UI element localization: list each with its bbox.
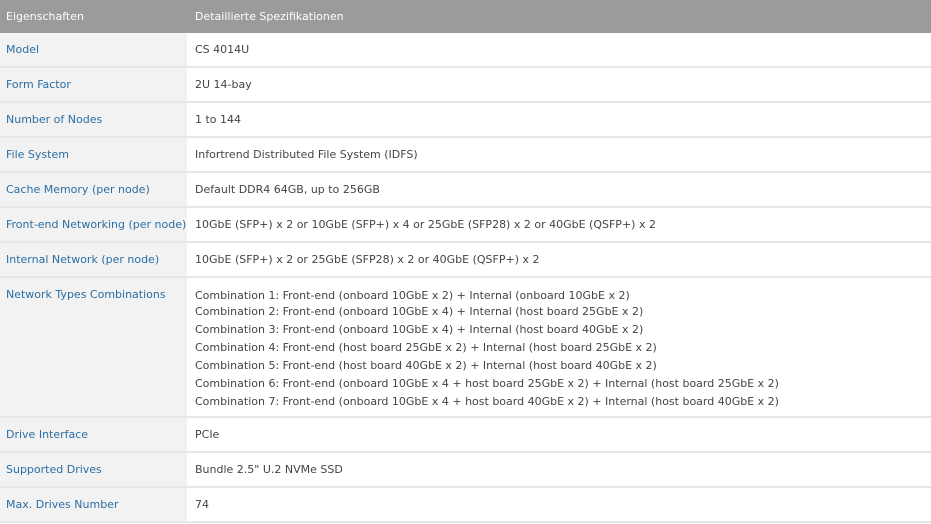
combination-line: Combination 6: Front-end (onboard 10GbE … [195, 377, 779, 390]
table-row: Drive Interface PCIe [0, 417, 931, 453]
row-property: Form Factor [0, 67, 187, 103]
row-property: Cache Memory (per node) [0, 172, 187, 208]
row-value: Bundle 2.5" U.2 NVMe SSD [187, 452, 931, 488]
row-property: Supported Drives [0, 452, 187, 488]
combination-line: Combination 4: Front-end (host board 25G… [195, 341, 657, 354]
combination-line: Combination 5: Front-end (host board 40G… [195, 359, 657, 372]
table-row: Number of Nodes 1 to 144 [0, 102, 931, 138]
row-value: CS 4014U [187, 33, 931, 68]
combination-line: Combination 3: Front-end (onboard 10GbE … [195, 323, 644, 336]
row-value: 74 [187, 487, 931, 523]
table-row: Max. Drives Number 74 [0, 487, 931, 523]
combination-line: Combination 1: Front-end (onboard 10GbE … [195, 289, 630, 302]
table-header-row: Eigenschaften Detaillierte Spezifikation… [0, 0, 931, 33]
table-row: Form Factor 2U 14-bay [0, 67, 931, 103]
table-row: Cache Memory (per node) Default DDR4 64G… [0, 172, 931, 208]
row-property: Internal Network (per node) [0, 242, 187, 278]
combination-line: Combination 2: Front-end (onboard 10GbE … [195, 305, 644, 318]
table-row: Network Types Combinations Combination 1… [0, 277, 931, 418]
row-property: Drive Interface [0, 417, 187, 453]
table-row: Internal Network (per node) 10GbE (SFP+)… [0, 242, 931, 278]
table-row: Model CS 4014U [0, 33, 931, 68]
row-property: Number of Nodes [0, 102, 187, 138]
row-property: File System [0, 137, 187, 173]
row-property: Model [0, 33, 187, 68]
row-property: Max. Drives Number [0, 487, 187, 523]
header-property: Eigenschaften [0, 0, 187, 33]
header-value: Detaillierte Spezifikationen [187, 0, 931, 33]
table-row: File System Infortrend Distributed File … [0, 137, 931, 173]
row-property: Front-end Networking (per node) [0, 207, 187, 243]
row-value: 1 to 144 [187, 102, 931, 138]
table-row: Front-end Networking (per node) 10GbE (S… [0, 207, 931, 243]
row-value: PCIe [187, 417, 931, 453]
row-property: Network Types Combinations [0, 277, 187, 418]
row-value: Infortrend Distributed File System (IDFS… [187, 137, 931, 173]
row-value: 2U 14-bay [187, 67, 931, 103]
table-row: Supported Drives Bundle 2.5" U.2 NVMe SS… [0, 452, 931, 488]
combination-line: Combination 7: Front-end (onboard 10GbE … [195, 395, 779, 408]
row-value-multiline: Combination 1: Front-end (onboard 10GbE … [187, 277, 931, 418]
row-value: Default DDR4 64GB, up to 256GB [187, 172, 931, 208]
spec-table: Eigenschaften Detaillierte Spezifikation… [0, 0, 931, 523]
row-value: 10GbE (SFP+) x 2 or 10GbE (SFP+) x 4 or … [187, 207, 931, 243]
row-value: 10GbE (SFP+) x 2 or 25GbE (SFP28) x 2 or… [187, 242, 931, 278]
